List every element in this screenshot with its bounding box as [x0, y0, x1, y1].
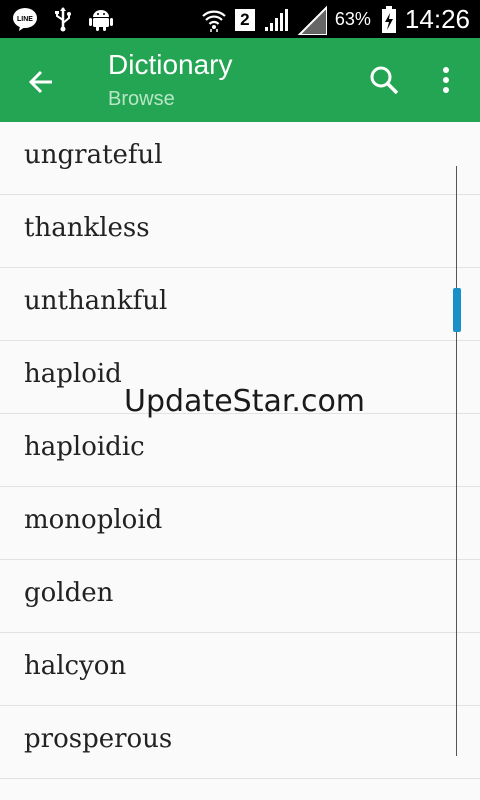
status-left-icons: LINE: [12, 6, 114, 32]
line-icon: LINE: [13, 8, 37, 31]
word-label: golden: [24, 578, 114, 608]
page-title: Dictionary: [108, 49, 233, 80]
clock: 14:26: [404, 4, 470, 34]
page-subtitle: Browse: [108, 88, 175, 110]
overflow-menu-icon[interactable]: [432, 62, 460, 98]
scrollbar-track[interactable]: [456, 166, 457, 756]
status-bar: LINE 2 63% 14:26: [0, 0, 480, 38]
word-label: halcyon: [24, 651, 127, 681]
app-bar: Dictionary Browse: [0, 38, 480, 122]
back-arrow-icon[interactable]: [22, 62, 62, 102]
word-list: ungrateful thankless unthankful haploid …: [0, 122, 480, 800]
usb-icon: [55, 7, 71, 32]
word-label: prosperous: [24, 724, 173, 754]
word-label: haploidic: [24, 432, 145, 462]
word-label: monoploid: [24, 505, 163, 535]
battery-percent: 63%: [334, 9, 371, 29]
list-item[interactable]: thankless: [0, 195, 480, 268]
scrollbar-thumb[interactable]: [453, 288, 461, 332]
svg-text:LINE: LINE: [17, 16, 33, 23]
battery-charging-icon: [381, 5, 396, 33]
status-right-icons: 2 63% 14:26: [201, 4, 470, 35]
title-block: Dictionary Browse: [108, 48, 232, 112]
word-label: thankless: [24, 213, 150, 243]
list-item[interactable]: haploidic: [0, 414, 480, 487]
list-item[interactable]: ungrateful: [0, 122, 480, 195]
list-item[interactable]: halcyon: [0, 633, 480, 706]
signal-empty-icon: [297, 5, 327, 35]
list-item[interactable]: monoploid: [0, 487, 480, 560]
sim-badge: 2: [234, 8, 255, 31]
word-label: ungrateful: [24, 140, 163, 170]
word-label: unthankful: [24, 286, 168, 316]
android-icon: [89, 10, 113, 31]
list-item[interactable]: golden: [0, 560, 480, 633]
search-icon[interactable]: [366, 62, 402, 98]
list-item[interactable]: unthankful: [0, 268, 480, 341]
list-item[interactable]: prosperous: [0, 706, 480, 779]
signal-icon: [264, 8, 288, 31]
wifi-icon: [202, 10, 226, 32]
word-label: haploid: [24, 359, 122, 389]
watermark: UpdateStar.com: [124, 384, 366, 419]
